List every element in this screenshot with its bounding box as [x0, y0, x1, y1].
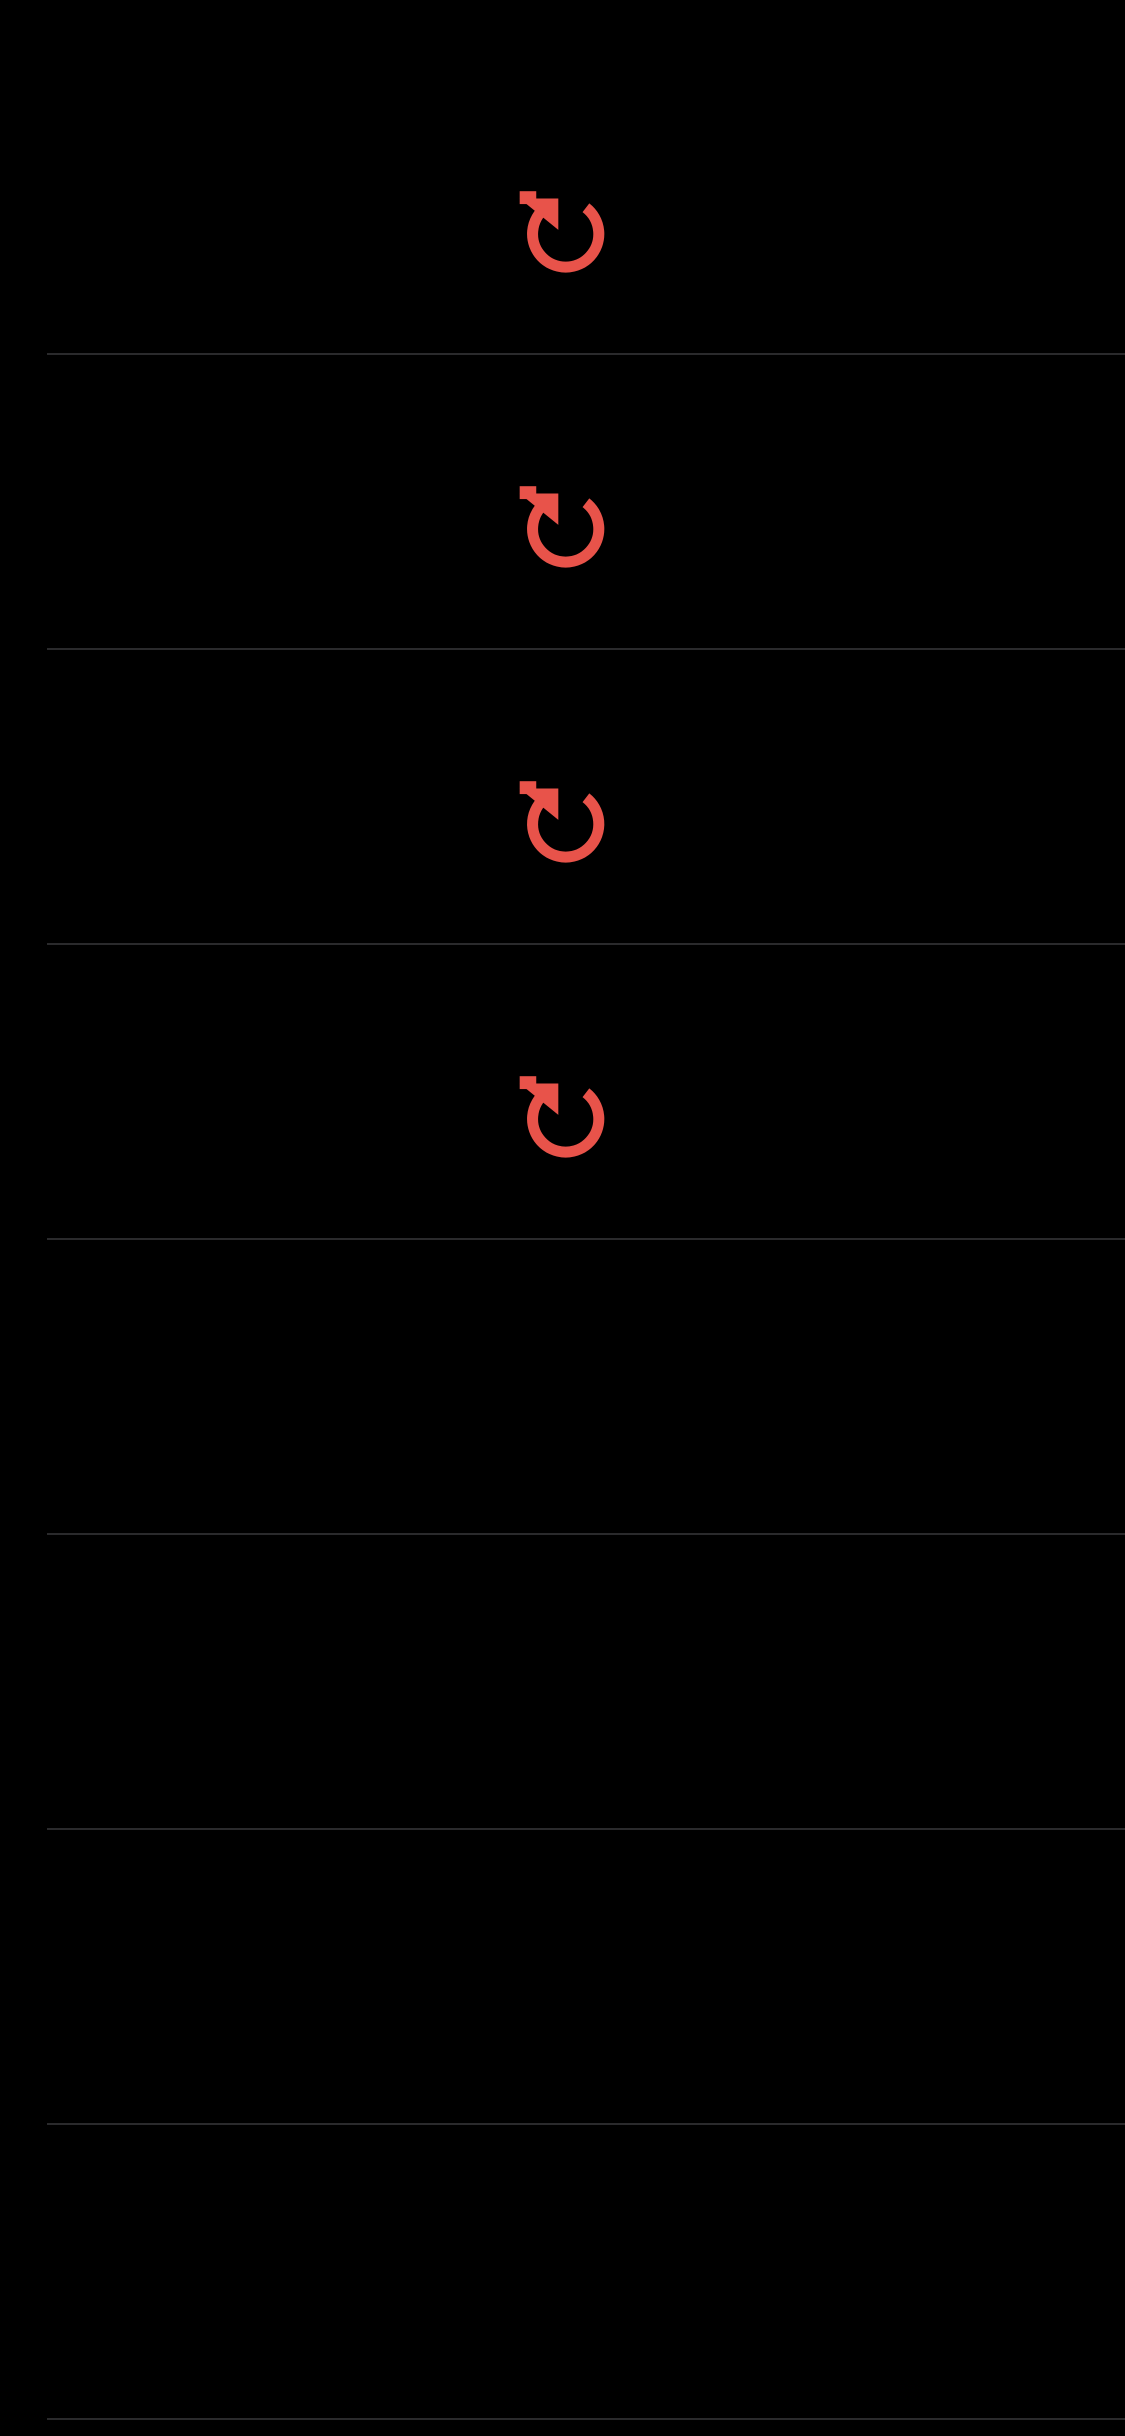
retry-icon: [519, 191, 605, 273]
row-divider: [47, 2418, 1125, 2420]
list-row: [0, 945, 1125, 1240]
retry-icon: [519, 486, 605, 568]
retry-button[interactable]: [512, 768, 612, 868]
list-row: [0, 355, 1125, 650]
list-row: [0, 1240, 1125, 1535]
list-row: [0, 1535, 1125, 1830]
retry-button[interactable]: [512, 1063, 612, 1163]
list-screen: [0, 0, 1125, 2436]
list-row: [0, 1830, 1125, 2125]
list-row: [0, 650, 1125, 945]
list-row: [0, 60, 1125, 355]
retry-icon: [519, 1076, 605, 1158]
list-row: [0, 2125, 1125, 2420]
retry-button[interactable]: [512, 473, 612, 573]
retry-icon: [519, 781, 605, 863]
retry-button[interactable]: [512, 178, 612, 278]
